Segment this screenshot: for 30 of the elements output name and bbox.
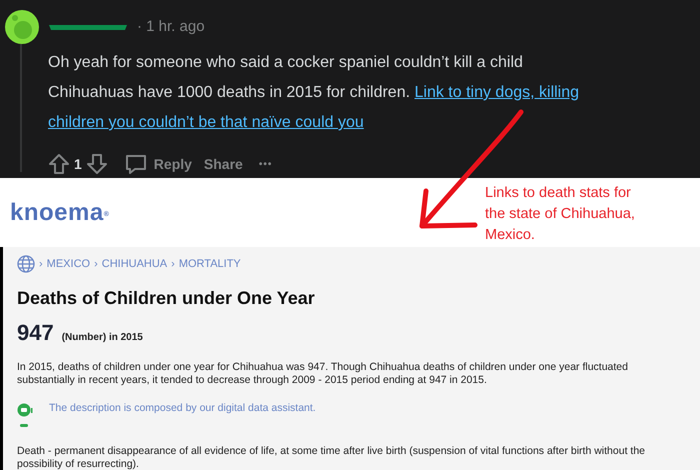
- comment-link[interactable]: children you couldn’t be that naïve could you: [48, 114, 364, 131]
- globe-icon[interactable]: [17, 255, 35, 273]
- breadcrumb-separator: ›: [171, 256, 175, 272]
- timestamp: · 1 hr. ago: [137, 16, 205, 37]
- annotation-text: Links to death stats for: [485, 184, 632, 203]
- stat-value: 947: [17, 319, 54, 347]
- upvote-icon[interactable]: [48, 153, 70, 175]
- more-button[interactable]: •••: [252, 156, 278, 172]
- annotation-text: Mexico.: [485, 226, 536, 245]
- page-title: Deaths of Children under One Year: [17, 287, 316, 310]
- breadcrumb-link[interactable]: CHIHUAHUA: [102, 256, 168, 272]
- comment-link[interactable]: Link to tiny dogs, killing: [414, 84, 580, 101]
- logo[interactable]: knoema$^{®}$: [10, 194, 110, 230]
- breadcrumb-separator: ›: [94, 256, 98, 272]
- avatar-icon[interactable]: [5, 10, 39, 44]
- breadcrumb-separator: ›: [39, 256, 43, 272]
- assistant-icon: [17, 401, 33, 427]
- reply-button[interactable]: Reply: [148, 154, 198, 174]
- stat-unit: (Number) in 2015: [62, 331, 143, 345]
- downvote-icon[interactable]: [86, 153, 108, 175]
- assistant-note: The description is composed by our digital data assistant.: [49, 401, 316, 416]
- share-button[interactable]: Share: [198, 154, 249, 174]
- comment-text: Oh yeah for someone who said a cocker spaniel couldn’t kill a child Chihuahuas have 1000 deaths in 2015 for children. Link to tiny dogs, killing children you couldn’t be that naïve could you: [48, 53, 580, 133]
- annotation-text: the state of Chihuahua,: [485, 205, 636, 224]
- breadcrumb-link[interactable]: MORTALITY: [178, 256, 241, 272]
- breadcrumb-link[interactable]: MEXICO: [46, 256, 90, 272]
- comment-icon[interactable]: [124, 152, 148, 176]
- description-text: In 2015, deaths of children under one year for Chihuahua was 947. Though Chihuahua deaths of children under one year fluctuated substantially in recent years, it tended to decrease through 2009 - 2015 period ending at 947 in 2015.: [17, 361, 629, 387]
- vote-count: 1: [73, 154, 83, 174]
- definition-text: Death - permanent disappearance of all evidence of life, at some time after live birth (suspension of vital functions after birth without the possibility of resurrecting).: [17, 445, 646, 470]
